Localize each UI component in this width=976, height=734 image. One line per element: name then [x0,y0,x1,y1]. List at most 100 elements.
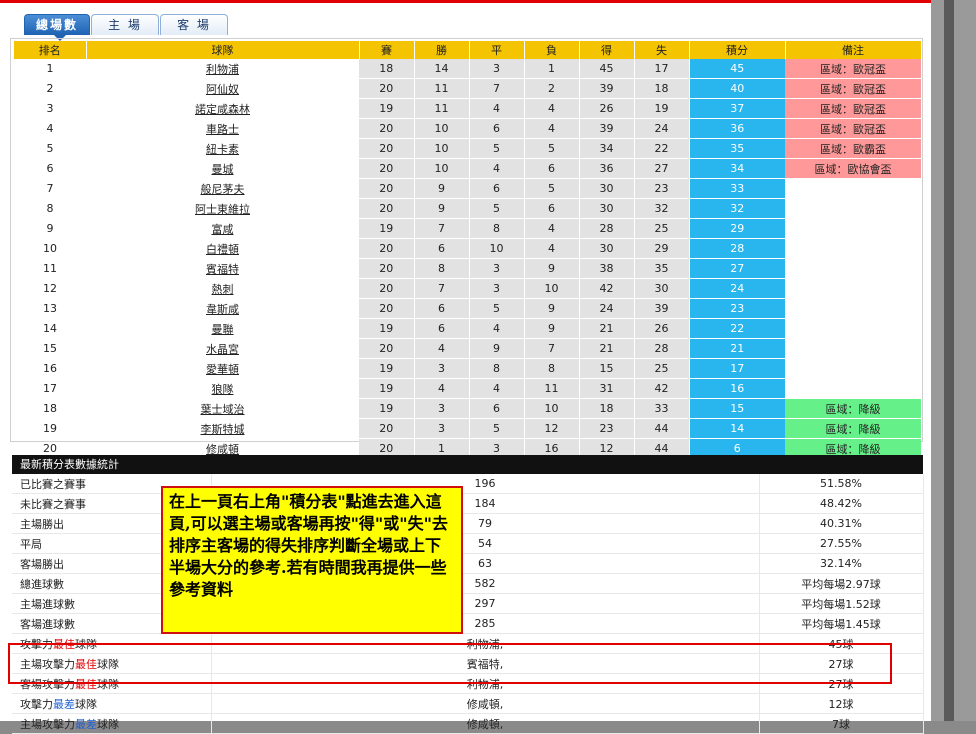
rank-cell: 19 [14,418,86,439]
stats-label-suffix: 球隊 [75,697,97,711]
played-cell: 20 [359,238,415,259]
won-cell: 10 [414,138,470,159]
team-link[interactable]: 阿仙奴 [206,83,239,96]
goals-against-cell: 42 [634,378,690,399]
stats-label-highlight: 最差 [75,717,97,731]
note-cell: 區域：歐協會盃 [785,158,921,179]
goals-against-cell: 29 [634,238,690,259]
won-cell: 8 [414,258,470,279]
stats-label-suffix: 球隊 [97,717,119,731]
team-link[interactable]: 修咸頓 [206,443,239,456]
points-cell: 21 [689,338,785,359]
team-link[interactable]: 李斯特城 [201,423,245,436]
goals-against-cell: 30 [634,278,690,299]
note-cell [785,298,921,319]
lost-cell: 12 [524,418,580,439]
scrollbar[interactable] [944,0,954,721]
team-link[interactable]: 葉士域治 [201,403,245,416]
header-played[interactable]: 賽 [359,41,415,59]
stats-label-prefix: 客場勝出 [20,557,64,571]
team-cell: 白禮頓 [86,238,359,259]
header-points[interactable]: 積分 [689,41,786,59]
played-cell: 20 [359,118,415,139]
table-row: 12 熱刺 20 7 3 10 42 30 24 [14,278,921,299]
goals-against-cell: 25 [634,218,690,239]
won-cell: 11 [414,98,470,119]
goals-against-cell: 23 [634,178,690,199]
team-link[interactable]: 熱刺 [212,283,234,296]
rank-cell: 5 [14,138,86,159]
table-row: 8 阿士東維拉 20 9 5 6 30 32 32 [14,198,921,219]
team-link[interactable]: 利物浦 [206,63,239,76]
played-cell: 20 [359,298,415,319]
league-table: 排名 球隊賽勝平負得失積分 備注 1 利物浦 18 14 3 1 45 17 45 區域：歐冠盃 2 阿仙… [14,41,922,459]
drawn-cell: 4 [469,378,525,399]
note-cell: 區域：降級 [785,418,921,439]
tab-overall[interactable]: 總場數 [24,14,90,35]
rank-cell: 2 [14,78,86,99]
team-link[interactable]: 狼隊 [212,383,234,396]
points-cell: 23 [689,298,785,319]
won-cell: 7 [414,278,470,299]
header-drawn[interactable]: 平 [469,41,525,59]
table-row: 1 利物浦 18 14 3 1 45 17 45 區域：歐冠盃 [14,59,921,79]
played-cell: 20 [359,278,415,299]
lost-cell: 9 [524,298,580,319]
played-cell: 20 [359,198,415,219]
tab-away[interactable]: 客 場 [160,14,228,35]
tab-home[interactable]: 主 場 [91,14,159,35]
stats-row: 客場進球數 285 平均每場1.45球 [12,613,924,634]
team-link[interactable]: 曼城 [212,163,234,176]
header-won[interactable]: 勝 [414,41,470,59]
goals-for-cell: 38 [579,258,635,279]
team-link[interactable]: 諾定咸森林 [195,103,250,116]
team-link[interactable]: 車路士 [206,123,239,136]
won-cell: 9 [414,198,470,219]
table-row: 15 水晶宮 20 4 9 7 21 28 21 [14,338,921,359]
won-cell: 4 [414,338,470,359]
team-link[interactable]: 富咸 [212,223,234,236]
played-cell: 19 [359,378,415,399]
drawn-cell: 10 [469,238,525,259]
goals-against-cell: 39 [634,298,690,319]
team-link[interactable]: 賓福特 [206,263,239,276]
lost-cell: 8 [524,358,580,379]
stats-percentage: 40.31% [759,513,924,534]
team-cell: 愛華頓 [86,358,359,379]
team-link[interactable]: 白禮頓 [206,243,239,256]
played-cell: 19 [359,358,415,379]
won-cell: 3 [414,398,470,419]
drawn-cell: 3 [469,258,525,279]
lost-cell: 4 [524,118,580,139]
team-link[interactable]: 水晶宮 [206,343,239,356]
team-cell: 諾定咸森林 [86,98,359,119]
table-row: 6 曼城 20 10 4 6 36 27 34 區域：歐協會盃 [14,158,921,179]
header-goals-for[interactable]: 得 [579,41,635,59]
points-cell: 27 [689,258,785,279]
team-link[interactable]: 阿士東維拉 [195,203,250,216]
team-link[interactable]: 般尼茅夫 [201,183,245,196]
drawn-cell: 3 [469,278,525,299]
lost-cell: 4 [524,218,580,239]
stats-percentage: 51.58% [759,474,924,494]
team-link[interactable]: 愛華頓 [206,363,239,376]
header-goals-against[interactable]: 失 [634,41,690,59]
points-cell: 35 [689,138,785,159]
team-link[interactable]: 紐卡素 [206,143,239,156]
header-lost[interactable]: 負 [524,41,580,59]
points-cell: 14 [689,418,785,439]
team-cell: 阿仙奴 [86,78,359,99]
lost-cell: 6 [524,198,580,219]
goals-against-cell: 22 [634,138,690,159]
won-cell: 14 [414,59,470,79]
team-cell: 葉士域治 [86,398,359,419]
won-cell: 3 [414,418,470,439]
team-cell: 韋斯咸 [86,298,359,319]
played-cell: 20 [359,158,415,179]
team-cell: 般尼茅夫 [86,178,359,199]
rank-cell: 13 [14,298,86,319]
goals-against-cell: 35 [634,258,690,279]
team-link[interactable]: 韋斯咸 [206,303,239,316]
team-link[interactable]: 曼聯 [212,323,234,336]
won-cell: 9 [414,178,470,199]
